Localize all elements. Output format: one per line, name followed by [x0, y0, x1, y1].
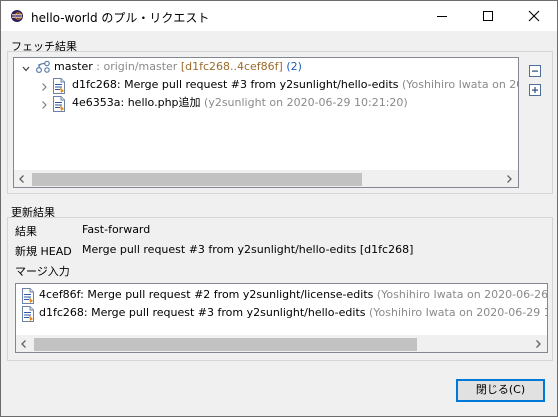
commit-message: 4cef86f: Merge pull request #2 from y2su…	[39, 288, 374, 301]
commit-icon	[53, 78, 65, 94]
minimize-icon	[437, 16, 447, 17]
maximize-icon	[483, 11, 493, 21]
scroll-left-icon[interactable]	[17, 174, 27, 184]
commit-icon	[53, 96, 65, 112]
branch-name: master	[54, 60, 93, 73]
collapse-all-icon[interactable]	[528, 64, 542, 78]
new-head-label: 新規 HEAD	[15, 245, 72, 258]
branch-detail: : origin/master	[92, 60, 181, 73]
commit-message: d1fc268: Merge pull request #3 from y2su…	[39, 306, 366, 319]
chevron-down-icon[interactable]	[22, 64, 30, 74]
expand-all-icon[interactable]	[528, 83, 542, 97]
merge-input-label: マージ入力	[15, 265, 70, 278]
scroll-right-icon[interactable]	[533, 339, 543, 349]
maximize-button[interactable]	[465, 1, 511, 31]
commit-meta: (Yoshihiro Iwata on 2020-06-29 12:50	[368, 306, 547, 319]
minimize-button[interactable]	[419, 1, 465, 31]
commit-icon	[22, 306, 34, 322]
commit-meta: (Yoshihiro Iwata on 2020-06-26 16:3	[376, 288, 548, 301]
result-label: 結果	[15, 225, 37, 238]
commit-meta: (Yoshihiro Iwata on 2020-06-29 12:50	[401, 78, 518, 91]
commit-message: 4e6353a: hello.php追加	[72, 96, 201, 109]
scrollbar-thumb[interactable]	[32, 173, 362, 186]
horizontal-scrollbar[interactable]	[16, 335, 547, 352]
title-bar: hello-world のプル・リクエスト	[1, 1, 557, 31]
branch-icon	[35, 60, 50, 74]
merge-input-row[interactable]: d1fc268: Merge pull request #3 from y2su…	[39, 304, 547, 322]
commit-meta: (y2sunlight on 2020-06-29 10:21:20)	[200, 96, 408, 109]
commit-row[interactable]: 4e6353a: hello.php追加 (y2sunlight on 2020…	[72, 94, 408, 112]
new-head-value: Merge pull request #3 from y2sunlight/he…	[82, 243, 414, 256]
scrollbar-thumb[interactable]	[34, 338, 417, 351]
scroll-left-icon[interactable]	[19, 339, 29, 349]
pull-result-dialog: hello-world のプル・リクエスト フェッチ結果 master : or…	[0, 0, 558, 417]
result-value: Fast-forward	[82, 223, 151, 236]
horizontal-scrollbar[interactable]	[14, 170, 518, 187]
scroll-right-icon[interactable]	[504, 174, 514, 184]
close-window-button[interactable]	[511, 1, 557, 31]
window-title: hello-world のプル・リクエスト	[31, 11, 210, 25]
merge-input-list[interactable]: 4cef86f: Merge pull request #2 from y2su…	[15, 283, 548, 353]
merge-input-row[interactable]: 4cef86f: Merge pull request #2 from y2su…	[39, 286, 548, 304]
fetch-result-tree[interactable]: master : origin/master [d1fc268..4cef86f…	[13, 57, 519, 188]
close-button[interactable]: 閉じる(C)	[456, 379, 545, 402]
branch-row[interactable]: master : origin/master [d1fc268..4cef86f…	[54, 58, 302, 76]
commit-range: [d1fc268..4cef86f]	[180, 60, 283, 73]
close-icon	[528, 10, 540, 22]
commit-row[interactable]: d1fc268: Merge pull request #3 from y2su…	[72, 76, 518, 94]
eclipse-icon	[11, 10, 23, 22]
chevron-right-icon[interactable]	[40, 82, 48, 92]
commit-count: (2)	[282, 60, 302, 73]
chevron-right-icon[interactable]	[40, 100, 48, 110]
commit-icon	[22, 288, 34, 304]
commit-message: d1fc268: Merge pull request #3 from y2su…	[72, 78, 399, 91]
